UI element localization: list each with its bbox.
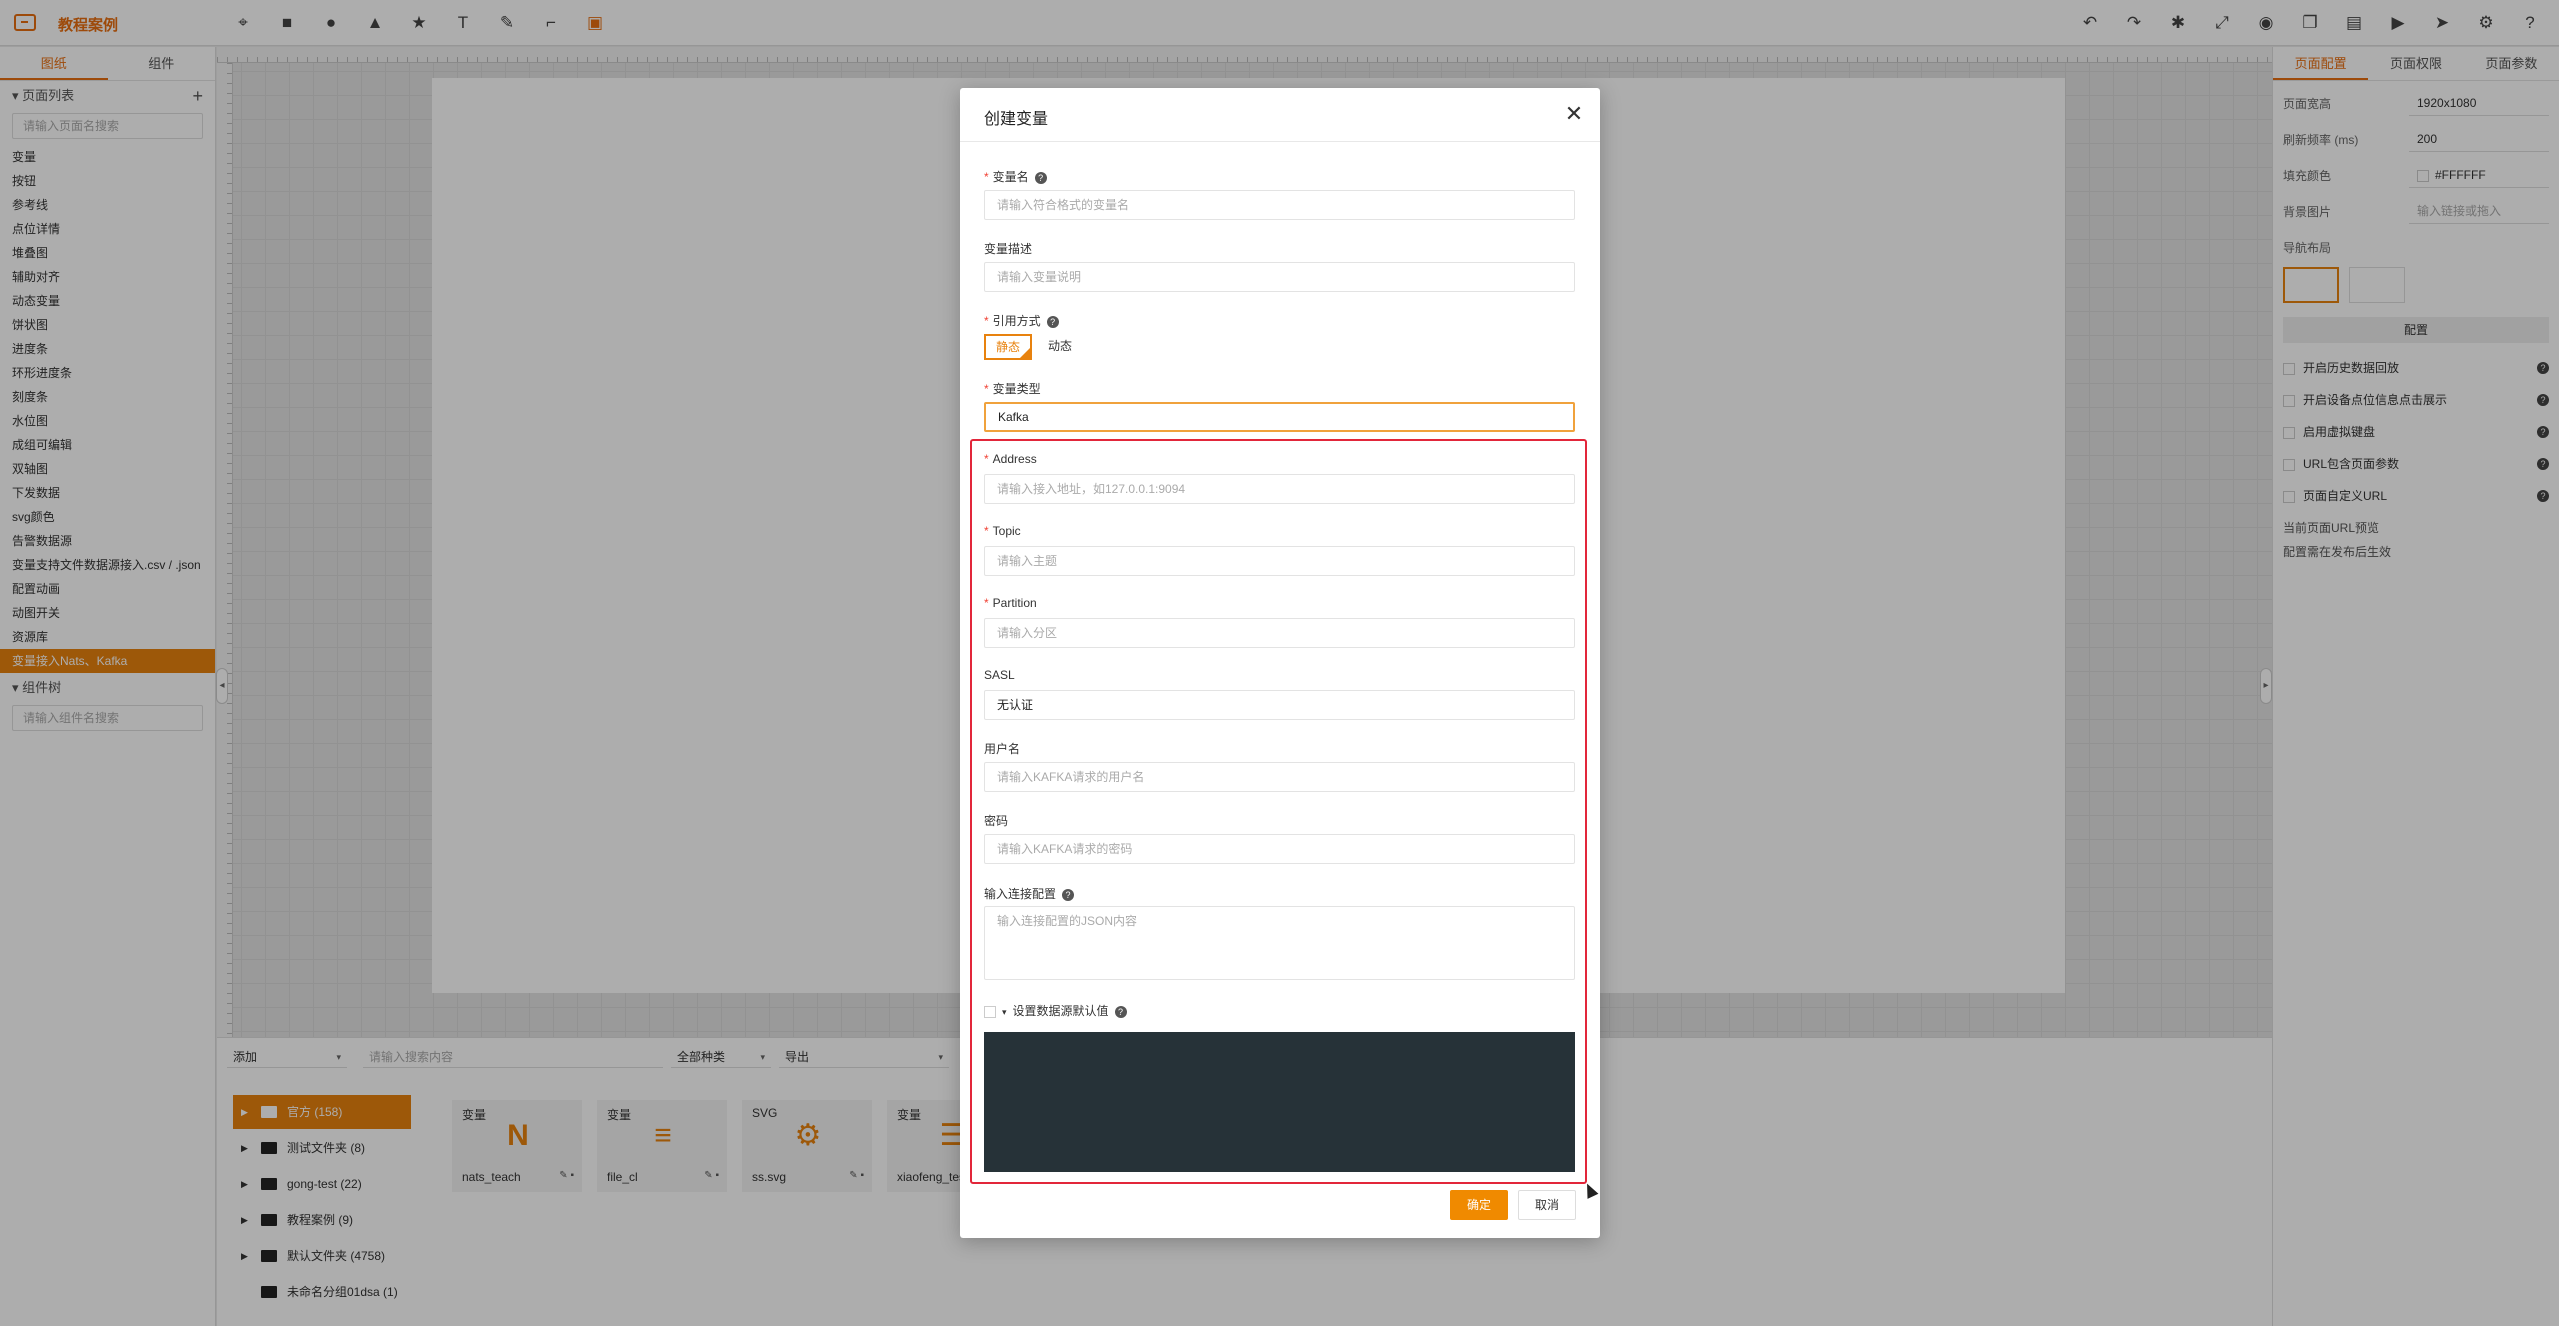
checkbox[interactable] xyxy=(984,1005,996,1018)
topic-input[interactable]: 请输入主题 xyxy=(984,546,1575,576)
conn-config-textarea[interactable]: 输入连接配置的JSON内容 xyxy=(984,906,1575,980)
partition-input[interactable]: 请输入分区 xyxy=(984,618,1575,648)
help-icon[interactable]: ? xyxy=(1114,1005,1127,1018)
ref-mode-static[interactable]: 静态 xyxy=(984,334,1033,360)
default-value-label: 设置数据源默认值 xyxy=(1012,1004,1109,1018)
username-input[interactable]: 请输入KAFKA请求的用户名 xyxy=(984,762,1575,792)
help-icon[interactable]: ? xyxy=(1062,888,1075,901)
sasl-select[interactable]: 无认证 xyxy=(984,690,1575,720)
ref-mode-label: * 引用方式? xyxy=(984,312,1059,329)
password-input[interactable]: 请输入KAFKA请求的密码 xyxy=(984,834,1575,864)
close-icon[interactable]: ✕ xyxy=(1560,100,1588,128)
default-value-toggle[interactable]: ▾ 设置数据源默认值? xyxy=(984,1002,1127,1019)
var-desc-input[interactable]: 请输入变量说明 xyxy=(984,262,1575,292)
password-label: 密码 xyxy=(984,814,1009,828)
create-variable-dialog: 创建变量 ✕ * 变量名? 请输入符合格式的变量名 变量描述 请输入变量说明 * 引… xyxy=(960,88,1600,1238)
help-icon[interactable]: ? xyxy=(1046,315,1059,328)
var-name-label: * 变量名? xyxy=(984,168,1047,185)
var-type-label: * 变量类型 xyxy=(984,382,1041,396)
sasl-label: SASL xyxy=(984,668,1015,682)
partition-label: * Partition xyxy=(984,596,1037,610)
var-name-input[interactable]: 请输入符合格式的变量名 xyxy=(984,190,1575,220)
ref-mode-dynamic[interactable]: 动态 xyxy=(1038,334,1082,360)
ref-mode-radio-group: 静态 动态 xyxy=(984,334,1082,360)
cancel-button[interactable]: 取消 xyxy=(1518,1190,1576,1220)
confirm-button[interactable]: 确定 xyxy=(1450,1190,1508,1220)
topic-label: * Topic xyxy=(984,524,1021,538)
var-type-select[interactable]: Kafka xyxy=(984,402,1575,432)
address-label: * Address xyxy=(984,452,1037,466)
dialog-header: 创建变量 ✕ xyxy=(960,88,1600,142)
conn-config-label: 输入连接配置? xyxy=(984,885,1075,902)
var-desc-label: 变量描述 xyxy=(984,242,1033,256)
address-input[interactable]: 请输入接入地址，如127.0.0.1:9094 xyxy=(984,474,1575,504)
dialog-title: 创建变量 xyxy=(984,111,1049,128)
help-icon[interactable]: ? xyxy=(1034,171,1047,184)
username-label: 用户名 xyxy=(984,742,1021,756)
default-value-code-editor[interactable] xyxy=(984,1032,1575,1172)
chevron-down-icon[interactable]: ▾ xyxy=(1002,1007,1007,1017)
